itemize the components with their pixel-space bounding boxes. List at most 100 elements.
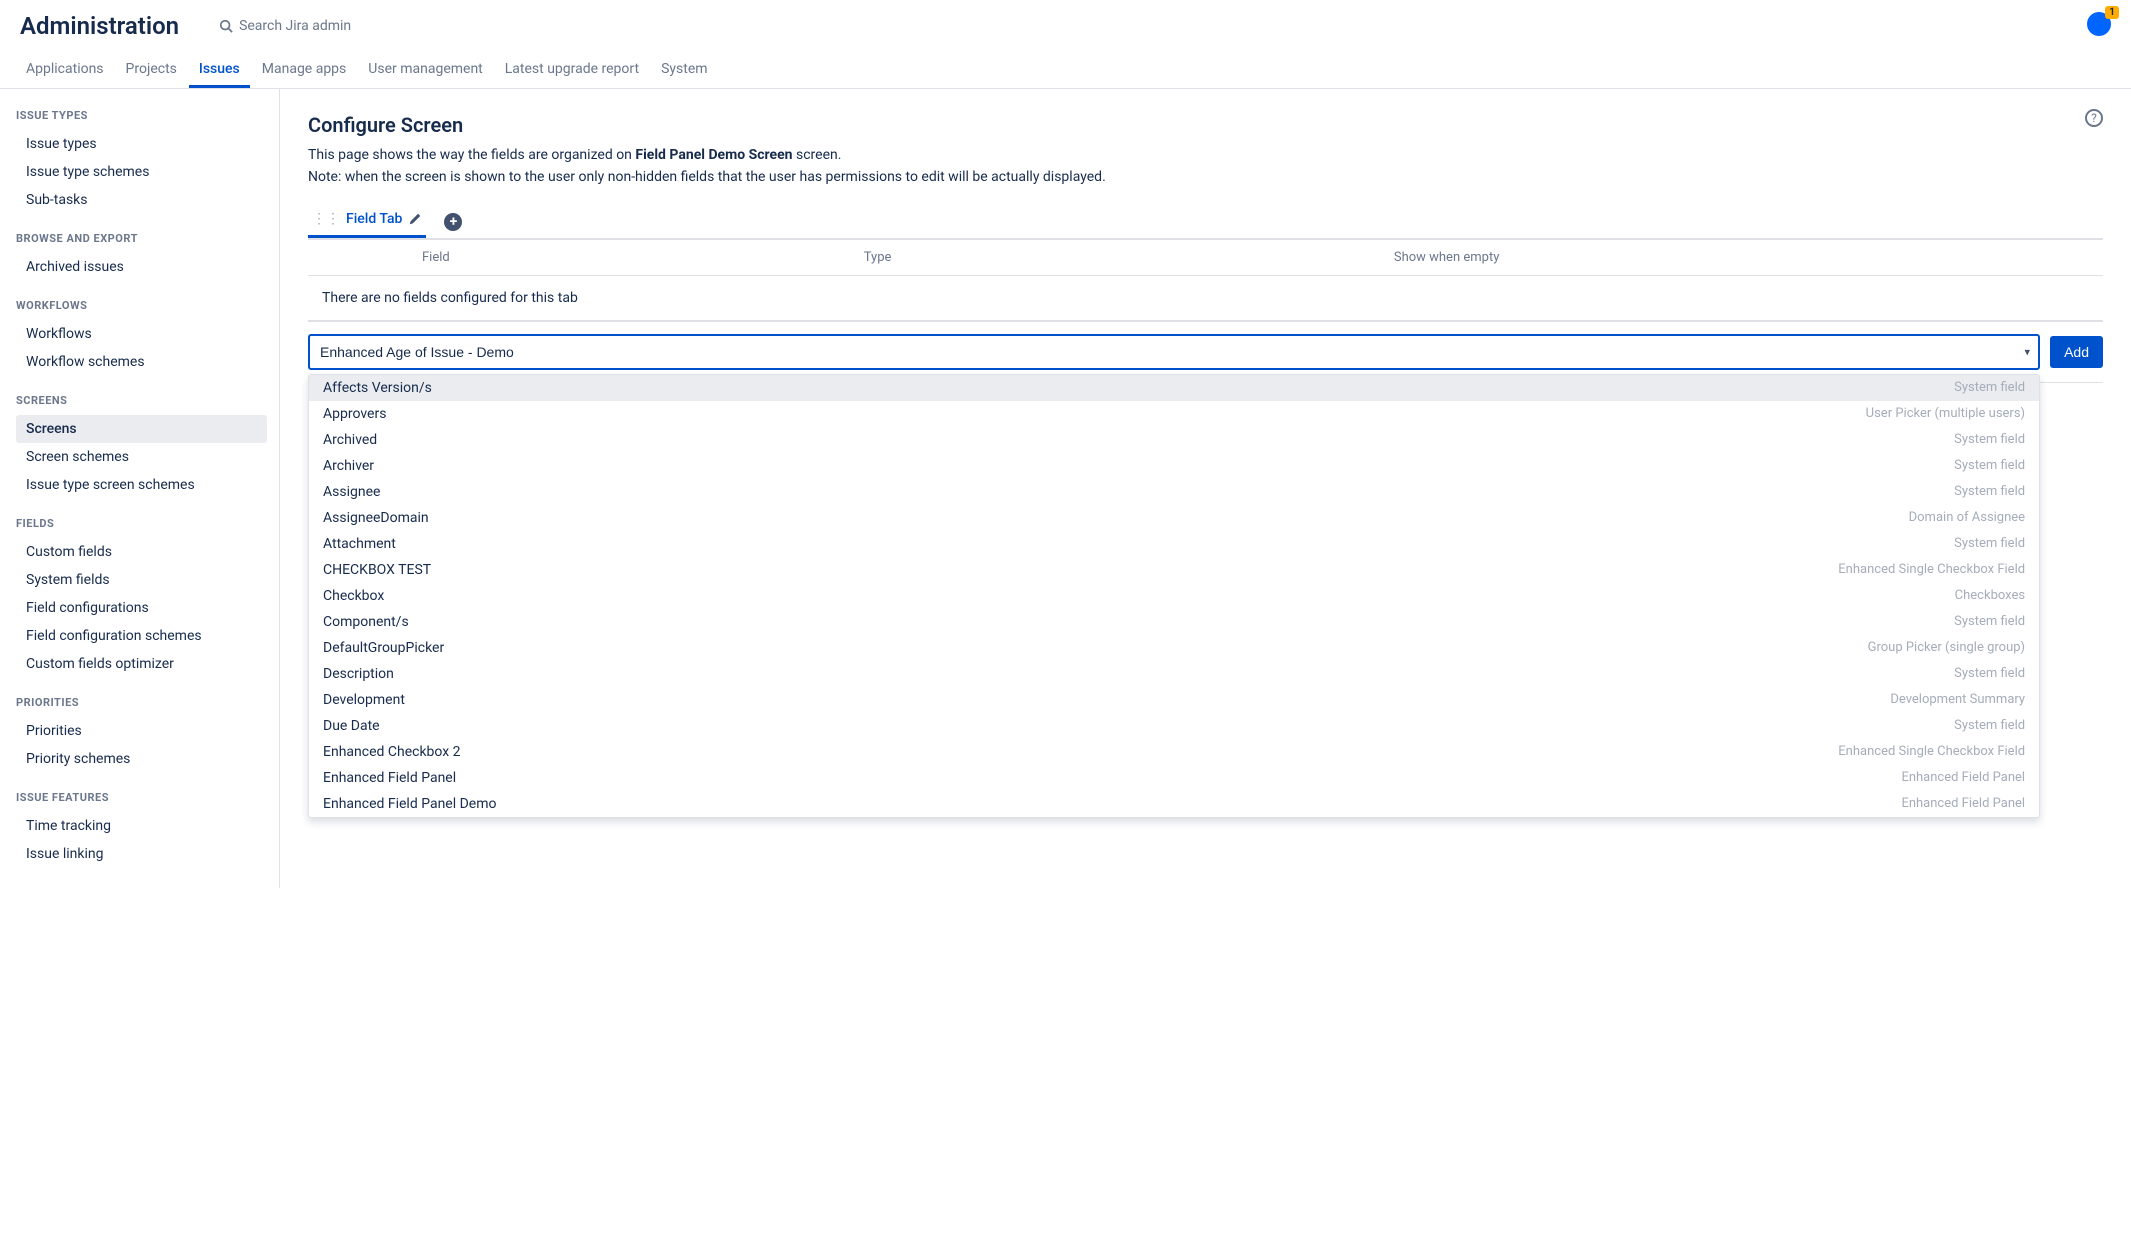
sidebar-item-time-tracking[interactable]: Time tracking: [16, 812, 267, 840]
desc-pre: This page shows the way the fields are o…: [308, 147, 635, 163]
tab-projects[interactable]: Projects: [116, 53, 187, 88]
drag-handle-icon[interactable]: ⋮⋮: [312, 212, 340, 226]
option-type: System field: [1954, 718, 2025, 734]
tab-applications[interactable]: Applications: [16, 53, 114, 88]
tab-user-management[interactable]: User management: [358, 53, 492, 88]
option-type: System field: [1954, 432, 2025, 448]
dropdown-option[interactable]: Component/s System field: [309, 609, 2039, 635]
tab-system[interactable]: System: [651, 53, 717, 88]
sidebar-item-archived-issues[interactable]: Archived issues: [16, 253, 267, 281]
search-placeholder: Search Jira admin: [239, 18, 351, 34]
notification-badge: 1: [2105, 6, 2119, 19]
dropdown-option[interactable]: DefaultGroupPickerGroup Picker (single g…: [309, 635, 2039, 661]
main-content: ? Configure Screen This page shows the w…: [280, 89, 2131, 888]
tab-latest-upgrade-report[interactable]: Latest upgrade report: [495, 53, 649, 88]
sidebar-item-field-configuration-schemes[interactable]: Field configuration schemes: [16, 622, 267, 650]
search-icon: [219, 19, 233, 33]
option-name: Assignee: [323, 484, 380, 500]
dropdown-option[interactable]: Archiver System field: [309, 453, 2039, 479]
page-note: Note: when the screen is shown to the us…: [308, 169, 2103, 185]
option-name: Component/s: [323, 614, 409, 630]
add-tab-button[interactable]: +: [444, 213, 462, 231]
sidebar-item-workflow-schemes[interactable]: Workflow schemes: [16, 348, 267, 376]
option-type: Group Picker (single group): [1868, 640, 2025, 656]
column-type: Type: [864, 250, 1394, 265]
sidebar-item-workflows[interactable]: Workflows: [16, 320, 267, 348]
option-type: System field: [1954, 380, 2025, 396]
dropdown-option[interactable]: AssigneeSystem field: [309, 479, 2039, 505]
sidebar-item-custom-fields[interactable]: Custom fields: [16, 538, 267, 566]
sidebar-item-system-fields[interactable]: System fields: [16, 566, 267, 594]
dropdown-option[interactable]: Due Date System field: [309, 713, 2039, 739]
dropdown-option[interactable]: Affects Version/sSystem field: [309, 375, 2039, 401]
sidebar-group-title: BROWSE AND EXPORT: [16, 232, 267, 245]
sidebar-item-sub-tasks[interactable]: Sub-tasks: [16, 186, 267, 214]
option-name: Approvers: [323, 406, 386, 422]
add-button[interactable]: Add: [2050, 336, 2103, 368]
option-type: User Picker (multiple users): [1866, 406, 2025, 422]
field-tab-label: Field Tab: [346, 211, 402, 227]
sidebar-item-screens[interactable]: Screens: [16, 415, 267, 443]
sidebar-item-screen-schemes[interactable]: Screen schemes: [16, 443, 267, 471]
option-name: Archiver: [323, 458, 374, 474]
sidebar-group-title: ISSUE FEATURES: [16, 791, 267, 804]
sidebar-item-priority-schemes[interactable]: Priority schemes: [16, 745, 267, 773]
option-name: Enhanced Checkbox 2: [323, 744, 461, 760]
dropdown-option[interactable]: Approvers User Picker (multiple users): [309, 401, 2039, 427]
dropdown-option[interactable]: CHECKBOX TEST Enhanced Single Checkbox Fi…: [309, 557, 2039, 583]
dropdown-option[interactable]: Enhanced Field Panel Demo Enhanced Field …: [309, 791, 2039, 817]
sidebar-group-title: SCREENS: [16, 394, 267, 407]
notification-bell[interactable]: 1: [2087, 12, 2111, 36]
sidebar-item-issue-types[interactable]: Issue types: [16, 130, 267, 158]
option-type: Enhanced Field Panel: [1901, 796, 2025, 812]
field-tab[interactable]: ⋮⋮ Field Tab: [308, 205, 426, 238]
dropdown-option[interactable]: Enhanced Checkbox 2Enhanced Single Check…: [309, 739, 2039, 765]
sidebar-item-issue-type-schemes[interactable]: Issue type schemes: [16, 158, 267, 186]
desc-post: screen.: [793, 147, 842, 163]
sidebar-item-field-configurations[interactable]: Field configurations: [16, 594, 267, 622]
option-name: Due Date: [323, 718, 380, 734]
field-select-wrapper: ▾ Affects Version/sSystem fieldApprovers…: [308, 334, 2040, 370]
sidebar-item-issue-type-screen-schemes[interactable]: Issue type screen schemes: [16, 471, 267, 499]
option-name: Attachment: [323, 536, 396, 552]
option-name: Development: [323, 692, 405, 708]
option-type: System field: [1954, 666, 2025, 682]
dropdown-option[interactable]: AssigneeDomainDomain of Assignee: [309, 505, 2039, 531]
edit-icon[interactable]: [408, 212, 422, 226]
sidebar-item-priorities[interactable]: Priorities: [16, 717, 267, 745]
option-type: System field: [1954, 458, 2025, 474]
sidebar-group-title: PRIORITIES: [16, 696, 267, 709]
top-nav: ApplicationsProjectsIssuesManage appsUse…: [0, 53, 2131, 89]
screen-tabs: ⋮⋮ Field Tab +: [308, 205, 2103, 238]
admin-title: Administration: [20, 12, 179, 40]
sidebar-item-issue-linking[interactable]: Issue linking: [16, 840, 267, 868]
page-description: This page shows the way the fields are o…: [308, 147, 2103, 163]
field-dropdown: Affects Version/sSystem field Approvers Us…: [308, 374, 2040, 818]
option-type: Checkboxes: [1955, 588, 2025, 604]
dropdown-option[interactable]: Development Development Summary: [309, 687, 2039, 713]
search-admin[interactable]: Search Jira admin: [219, 18, 351, 34]
dropdown-option[interactable]: AttachmentSystem field: [309, 531, 2039, 557]
option-type: Enhanced Single Checkbox Field: [1838, 562, 2025, 578]
option-name: Enhanced Field Panel Demo: [323, 796, 496, 812]
option-type: Development Summary: [1890, 692, 2025, 708]
field-select-input[interactable]: [308, 334, 2040, 370]
option-name: CHECKBOX TEST: [323, 562, 431, 578]
sidebar-group-title: ISSUE TYPES: [16, 109, 267, 122]
help-icon[interactable]: ?: [2085, 109, 2103, 127]
sidebar-item-custom-fields-optimizer[interactable]: Custom fields optimizer: [16, 650, 267, 678]
dropdown-option[interactable]: Archived System field: [309, 427, 2039, 453]
option-name: Checkbox: [323, 588, 384, 604]
dropdown-option[interactable]: Enhanced Field PanelEnhanced Field Panel: [309, 765, 2039, 791]
tab-issues[interactable]: Issues: [189, 53, 250, 88]
sidebar-group-title: FIELDS: [16, 517, 267, 530]
tab-manage-apps[interactable]: Manage apps: [252, 53, 357, 88]
header-right: 1: [2087, 12, 2111, 40]
dropdown-option[interactable]: Checkbox Checkboxes: [309, 583, 2039, 609]
option-type: System field: [1954, 614, 2025, 630]
dropdown-option[interactable]: DescriptionSystem field: [309, 661, 2039, 687]
option-type: Enhanced Field Panel: [1901, 770, 2025, 786]
option-type: Domain of Assignee: [1909, 510, 2025, 526]
option-name: Archived: [323, 432, 377, 448]
admin-header: Administration Search Jira admin 1: [0, 0, 2131, 53]
